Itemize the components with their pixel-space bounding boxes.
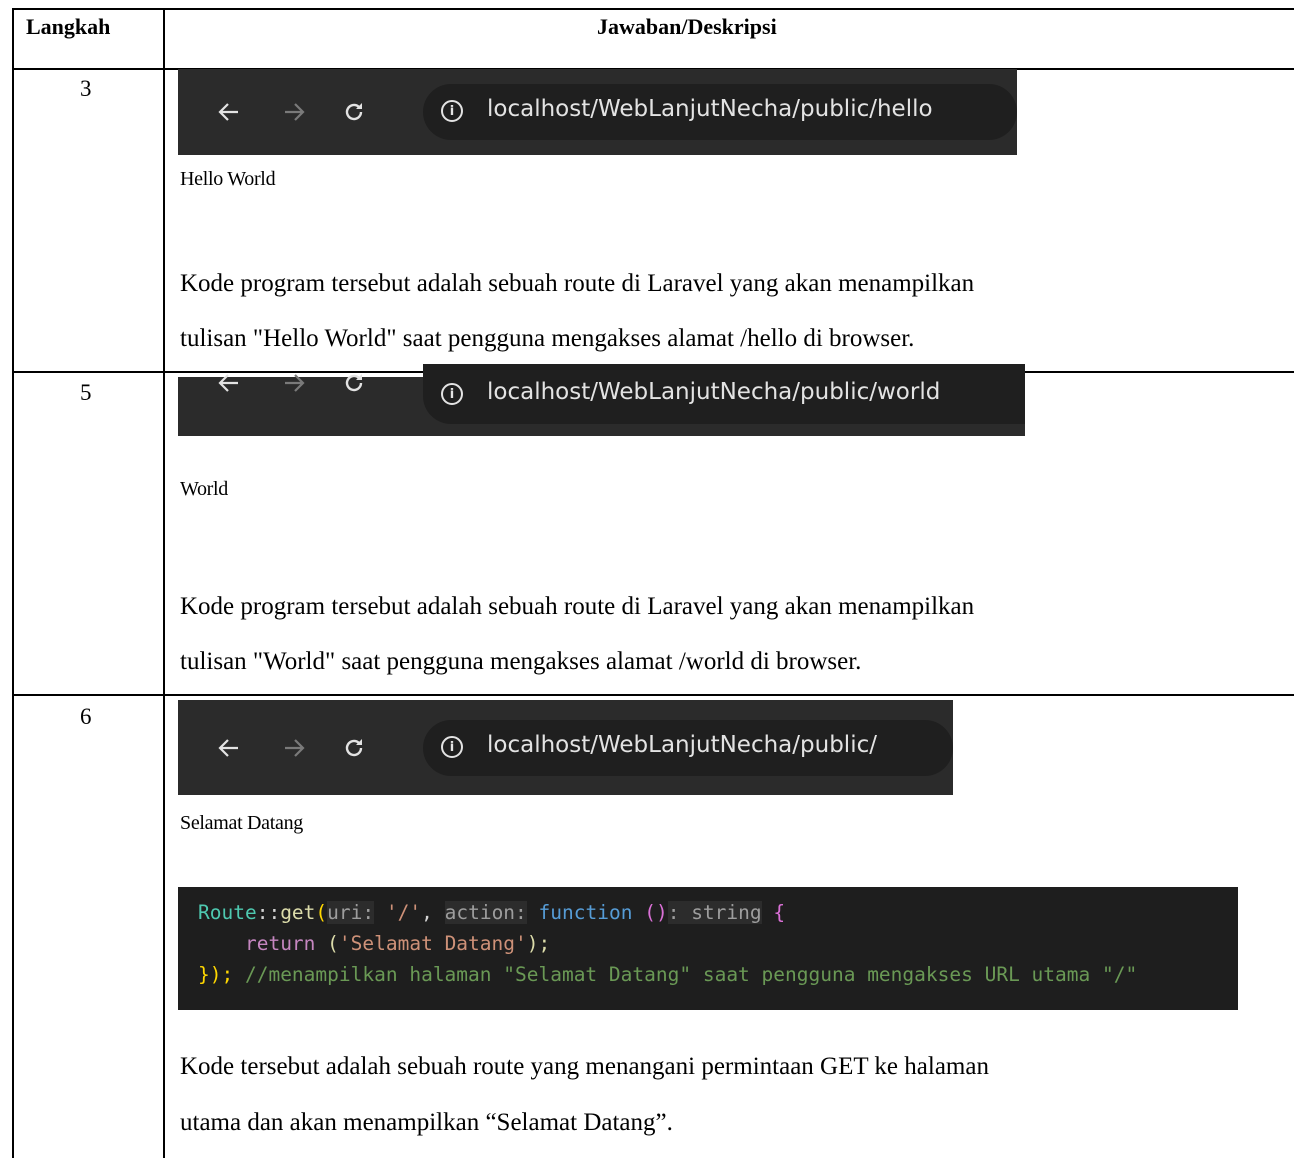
- info-icon: i: [441, 383, 463, 405]
- url-field: i localhost/WebLanjutNecha/public/world: [423, 364, 1025, 424]
- code-keyword: function: [538, 901, 633, 924]
- code-token: );: [526, 932, 551, 955]
- url-field: i localhost/WebLanjutNecha/public/hello: [423, 84, 1017, 140]
- code-param-hint: uri:: [327, 901, 375, 924]
- description-line: Kode program tersebut adalah sebuah rout…: [180, 270, 975, 297]
- code-token: ::: [256, 901, 281, 924]
- code-token: (): [632, 901, 668, 924]
- page-output: Selamat Datang: [180, 812, 303, 834]
- browser-address-bar: i localhost/WebLanjutNecha/public/world: [178, 364, 1025, 436]
- code-token: (: [315, 932, 339, 955]
- code-param-hint: action:: [444, 901, 527, 924]
- table-column-divider: [163, 8, 165, 1158]
- arrow-right-icon: [277, 731, 311, 765]
- reload-icon: [337, 731, 371, 765]
- description-line: tulisan "World" saat pengguna mengakses …: [180, 648, 862, 675]
- description-line: Kode tersebut adalah sebuah route yang m…: [180, 1053, 989, 1080]
- code-token: });: [198, 963, 234, 986]
- code-token: :: [667, 901, 692, 924]
- url-field: i localhost/WebLanjutNecha/public/: [423, 720, 953, 776]
- browser-address-bar: i localhost/WebLanjutNecha/public/: [178, 700, 953, 795]
- code-token: ,: [421, 901, 445, 924]
- code-string: 'Selamat Datang': [338, 932, 527, 955]
- reload-icon: [337, 95, 371, 129]
- code-token: (: [315, 901, 328, 924]
- page-output: Hello World: [180, 168, 276, 190]
- code-function: get: [280, 901, 316, 924]
- browser-address-bar: i localhost/WebLanjutNecha/public/hello: [178, 69, 1017, 155]
- header-step: Langkah: [26, 14, 111, 39]
- description-line: tulisan "Hello World" saat pengguna meng…: [180, 325, 915, 352]
- description-line: Kode program tersebut adalah sebuah rout…: [180, 593, 975, 620]
- arrow-left-icon: [212, 366, 246, 400]
- step-number: 6: [80, 704, 92, 729]
- code-token: {: [761, 901, 786, 924]
- page-output: World: [180, 478, 228, 500]
- code-snippet: Route::get(uri: '/', action: function ()…: [178, 887, 1238, 1010]
- url-text: localhost/WebLanjutNecha/public/world: [487, 379, 941, 405]
- reload-icon: [337, 366, 371, 400]
- code-type: string: [691, 901, 762, 924]
- code-string: '/': [385, 901, 422, 924]
- url-text: localhost/WebLanjutNecha/public/hello: [487, 96, 933, 122]
- arrow-left-icon: [212, 731, 246, 765]
- arrow-left-icon: [212, 95, 246, 129]
- step-number: 3: [80, 76, 92, 101]
- table-border-top: [12, 8, 1294, 10]
- code-line: }); //menampilkan halaman "Selamat Datan…: [198, 963, 1137, 986]
- table-row-divider: [12, 694, 1294, 696]
- header-answer: Jawaban/Deskripsi: [597, 14, 777, 39]
- table-border-left: [12, 8, 14, 1158]
- step-number: 5: [80, 380, 92, 405]
- info-icon: i: [441, 736, 463, 758]
- arrow-right-icon: [277, 366, 311, 400]
- code-line: return ('Selamat Datang');: [198, 932, 550, 955]
- code-keyword: return: [244, 932, 316, 955]
- code-class: Route: [198, 901, 257, 924]
- code-comment: //menampilkan halaman "Selamat Datang" s…: [233, 963, 1138, 986]
- arrow-right-icon: [277, 95, 311, 129]
- url-text: localhost/WebLanjutNecha/public/: [487, 732, 877, 758]
- description-line: utama dan akan menampilkan “Selamat Data…: [180, 1109, 673, 1136]
- code-line: Route::get(uri: '/', action: function ()…: [198, 901, 785, 924]
- info-icon: i: [441, 100, 463, 122]
